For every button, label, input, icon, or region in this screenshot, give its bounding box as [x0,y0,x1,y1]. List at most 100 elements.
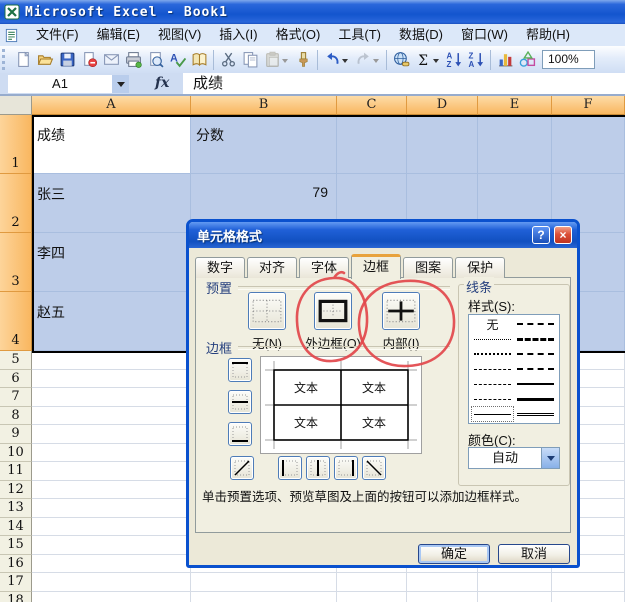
dialog-tab[interactable]: 保护 [455,257,506,278]
cell[interactable] [478,573,552,592]
border-inner-horizontal-button[interactable] [228,390,252,414]
line-style-option[interactable] [472,347,513,361]
row-header[interactable]: 7 [0,388,32,407]
row-header[interactable]: 16 [0,554,32,573]
cell[interactable] [478,115,552,174]
line-style-option[interactable] [472,377,513,391]
cell[interactable] [407,591,478,602]
color-dropdown[interactable]: 自动 [468,447,560,469]
sort-ascending-button[interactable]: AZ [443,49,465,71]
line-style-option[interactable] [515,377,556,391]
cell[interactable]: 张三 [32,174,191,233]
paste-button[interactable] [261,49,292,71]
cell[interactable] [478,591,552,602]
cell[interactable] [32,480,191,499]
insert-hyperlink-button[interactable] [390,49,412,71]
line-style-option[interactable] [515,407,556,421]
fx-icon[interactable]: fx [155,75,169,91]
line-style-option[interactable] [472,332,513,346]
border-inner-vertical-button[interactable] [306,456,330,480]
row-header[interactable]: 12 [0,480,32,499]
cell[interactable] [32,462,191,481]
undo-button[interactable] [321,49,352,71]
dialog-tab[interactable]: 数字 [195,257,246,278]
chevron-down-icon[interactable] [541,448,559,468]
cell[interactable] [32,554,191,573]
column-header[interactable]: C [337,96,407,115]
column-header[interactable]: F [552,96,625,115]
new-document-button[interactable] [12,49,34,71]
help-button[interactable]: ? [532,226,550,244]
line-style-listbox[interactable]: 无 [468,314,560,424]
row-header[interactable]: 13 [0,499,32,518]
line-style-option[interactable] [515,392,556,406]
select-all-corner[interactable] [0,96,32,115]
row-header[interactable]: 9 [0,425,32,444]
preset-inside-button[interactable] [382,292,420,330]
cell[interactable] [407,573,478,592]
border-preview[interactable]: 文本 文本 文本 文本 [260,356,422,454]
dialog-title-bar[interactable]: 单元格格式 [189,222,577,248]
line-style-option[interactable] [472,392,513,406]
menu-item[interactable]: 文件(F) [27,24,88,46]
toolbar-drag-handle[interactable] [2,49,10,70]
cell[interactable] [32,425,191,444]
cell[interactable]: 李四 [32,233,191,292]
cell[interactable]: 赵五 [32,292,191,351]
cell[interactable] [32,388,191,407]
save-button[interactable] [56,49,78,71]
preset-none-button[interactable] [248,292,286,330]
cell[interactable] [32,536,191,555]
cut-button[interactable] [217,49,239,71]
row-header[interactable]: 4 [0,292,32,351]
cell[interactable] [191,573,337,592]
zoom-input[interactable]: 100% [542,50,595,69]
row-header[interactable]: 15 [0,536,32,555]
row-header[interactable]: 2 [0,174,32,233]
border-left-button[interactable] [278,456,302,480]
autosum-button[interactable]: Σ [412,49,443,71]
redo-button[interactable] [352,49,383,71]
print-preview-button[interactable] [144,49,166,71]
menu-item[interactable]: 编辑(E) [88,24,149,46]
row-header[interactable]: 8 [0,406,32,425]
menu-item[interactable]: 格式(O) [267,24,330,46]
cancel-button[interactable]: 取消 [498,544,570,564]
undo-dropdown-arrow[interactable] [341,52,349,68]
row-header[interactable]: 5 [0,351,32,370]
dialog-tab[interactable]: 边框 [351,254,402,279]
row-header[interactable]: 6 [0,369,32,388]
menu-item[interactable]: 数据(D) [390,24,452,46]
preset-outline-button[interactable] [314,292,352,330]
line-style-option[interactable] [472,362,513,376]
row-header[interactable]: 18 [0,591,32,602]
cell[interactable] [337,591,407,602]
formula-input[interactable]: 成绩 [183,73,625,94]
border-diagonal-down-button[interactable] [362,456,386,480]
menu-item[interactable]: 窗口(W) [452,24,517,46]
chart-wizard-button[interactable] [494,49,516,71]
column-header[interactable]: B [191,96,337,115]
dialog-tab[interactable]: 字体 [299,257,350,278]
line-style-option[interactable] [515,332,556,346]
cell[interactable] [191,591,337,602]
spelling-button[interactable]: A [166,49,188,71]
menu-item[interactable]: 插入(I) [210,24,266,46]
border-diagonal-up-button[interactable] [230,456,254,480]
row-header[interactable]: 10 [0,443,32,462]
cell[interactable] [32,591,191,602]
cell[interactable] [32,369,191,388]
mail-button[interactable] [100,49,122,71]
ok-button[interactable]: 确定 [418,544,490,564]
cell[interactable]: 分数 [191,115,337,174]
copy-button[interactable] [239,49,261,71]
line-style-option[interactable] [515,347,556,361]
line-style-option[interactable] [515,317,556,331]
row-header[interactable]: 1 [0,115,32,174]
print-button[interactable] [122,49,144,71]
name-box[interactable]: A1 [8,75,112,93]
menu-item[interactable]: 帮助(H) [517,24,579,46]
redo-dropdown-arrow[interactable] [372,52,380,68]
paste-dropdown-arrow[interactable] [281,52,289,68]
cell[interactable] [32,517,191,536]
